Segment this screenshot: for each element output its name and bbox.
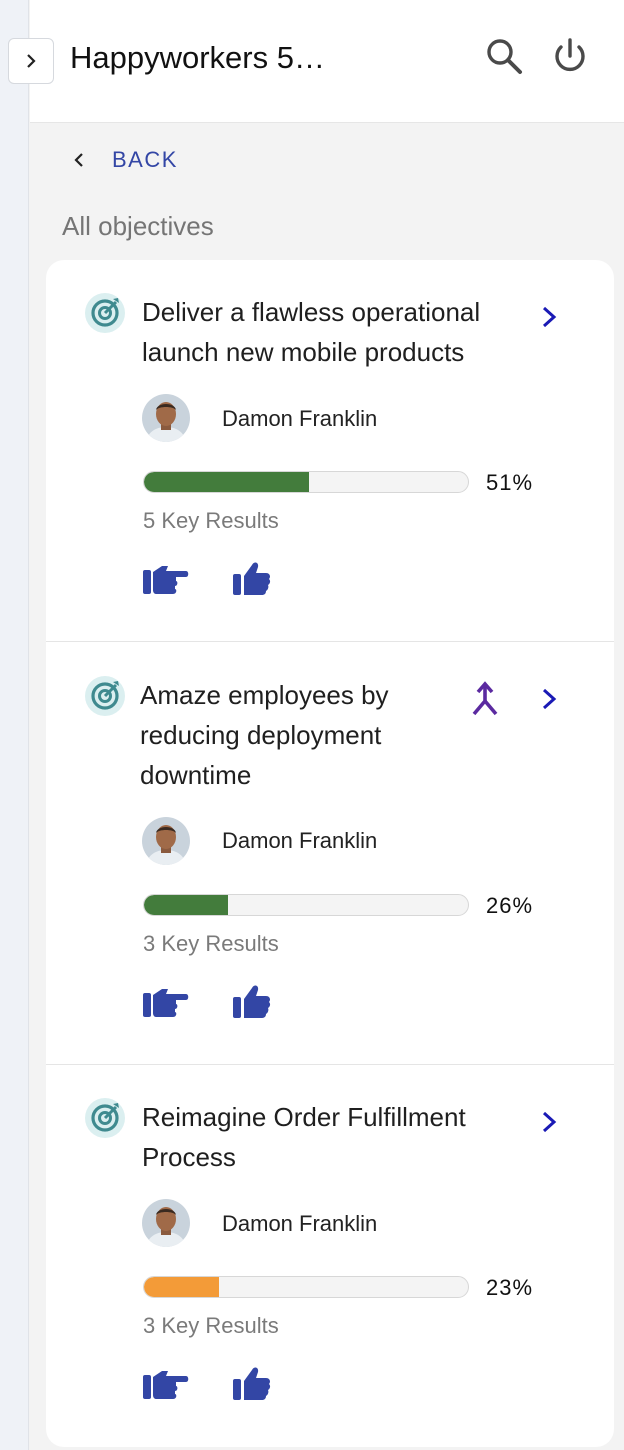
section-title: All objectives [62,211,214,241]
like-button[interactable] [230,558,278,598]
like-button[interactable] [230,1363,278,1403]
back-button[interactable]: BACK [66,142,178,178]
objective-title: Reimagine Order Fulfillment Process [142,1102,466,1172]
open-objective-button[interactable] [534,1107,564,1137]
logout-button[interactable] [550,34,590,78]
chevron-left-icon [66,147,92,173]
progress-percent: 26% [486,893,534,918]
open-objective-button[interactable] [534,302,564,332]
left-rail [0,0,29,1450]
owner-name: Damon Franklin [222,406,378,431]
chevron-right-icon [542,1111,557,1133]
owner-name: Damon Franklin [222,1211,378,1236]
chevron-right-icon [27,54,36,68]
pointing-hand-icon [143,566,189,594]
objective-item[interactable]: Deliver a flawless operational launch ne… [46,260,614,642]
expand-sidebar-button[interactable] [8,38,54,84]
progress-fill [144,1277,219,1297]
objective-title: Amaze employees by reducing deployment d… [140,680,389,790]
objective-target-icon [84,292,126,334]
progress-percent: 23% [486,1275,534,1300]
progress-percent: 51% [486,470,534,495]
owner-name: Damon Franklin [222,828,378,853]
thumbs-up-icon [233,1367,271,1400]
progress-fill [144,895,229,915]
objectives-card: Deliver a flawless operational launch ne… [46,260,614,1447]
objective-title: Deliver a flawless operational launch ne… [142,297,481,367]
chevron-right-icon [542,306,557,328]
avatar [142,394,190,442]
alignment-button[interactable] [468,680,502,720]
like-button[interactable] [230,981,278,1021]
page-title: Happyworkers 5… [70,40,325,75]
progress-bar [143,894,469,916]
power-icon [555,38,585,71]
key-results-count: 3 Key Results [143,931,279,956]
search-icon [487,39,522,74]
key-results-count: 3 Key Results [143,1313,279,1338]
nudge-button[interactable] [142,981,190,1021]
objective-item[interactable]: Amaze employees by reducing deployment d… [46,642,614,1065]
nudge-button[interactable] [142,1363,190,1403]
objective-target-icon [84,675,126,717]
progress-bar [143,471,469,493]
merge-icon [472,681,498,716]
back-label: BACK [112,147,178,172]
nudge-button[interactable] [142,558,190,598]
progress-bar [143,1276,469,1298]
objective-item[interactable]: Reimagine Order Fulfillment Process Damo… [46,1065,614,1447]
avatar [142,817,190,865]
search-button[interactable] [484,34,524,78]
key-results-count: 5 Key Results [143,508,279,533]
open-objective-button[interactable] [534,684,564,714]
thumbs-up-icon [233,985,271,1018]
pointing-hand-icon [143,989,189,1017]
thumbs-up-icon [233,562,271,595]
pointing-hand-icon [143,1371,189,1399]
progress-fill [144,472,310,492]
chevron-right-icon [542,688,557,710]
app-header: Happyworkers 5… [30,0,624,123]
objective-target-icon [84,1097,126,1139]
avatar [142,1199,190,1247]
